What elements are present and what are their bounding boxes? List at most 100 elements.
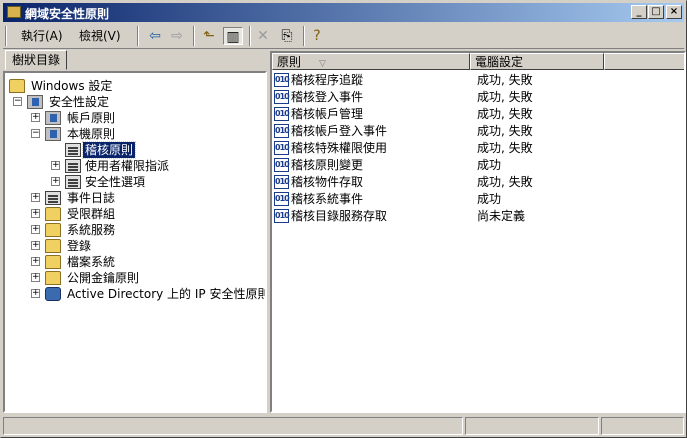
tree-pane[interactable]: Windows 設定 − 安全性設定 + 帳戶原則 − 本機原則 稽核原則 + … <box>3 71 267 413</box>
menu-action[interactable]: 執行(A) <box>15 27 69 45</box>
table-row[interactable]: 010 稽核系統事件 成功 <box>272 191 684 208</box>
row-setting: 成功, 失敗 <box>477 90 533 104</box>
column-header-label: 電腦設定 <box>475 55 524 69</box>
maximize-button[interactable]: □ <box>648 5 664 19</box>
table-row[interactable]: 010 稽核登入事件 成功, 失敗 <box>272 89 684 106</box>
tree-item-label: 公開金鑰原則 <box>67 271 140 285</box>
sort-descending-icon: ▽ <box>319 59 326 69</box>
row-setting: 成功, 失敗 <box>477 175 533 189</box>
security-options-icon <box>65 175 81 189</box>
status-bar <box>3 416 684 436</box>
tree-item-label: 稽核原則 <box>81 141 137 159</box>
policy-item-icon: 010 <box>274 192 290 206</box>
policy-item-icon: 010 <box>274 90 290 104</box>
export-list-icon[interactable]: ⎘ <box>277 27 297 45</box>
expand-icon[interactable]: + <box>51 161 60 170</box>
column-header-policy[interactable]: 原則 ▽ <box>272 53 470 70</box>
tree-item-label: 登錄 <box>67 239 92 253</box>
table-row[interactable]: 010 稽核帳戶登入事件 成功, 失敗 <box>272 123 684 140</box>
column-header-filler <box>604 53 684 70</box>
account-policy-icon <box>45 111 61 125</box>
collapse-icon[interactable]: − <box>31 129 40 138</box>
event-log-icon <box>45 191 61 205</box>
forward-arrow-icon[interactable]: ⇨ <box>167 27 187 45</box>
back-arrow-icon[interactable]: ⇦ <box>145 27 165 45</box>
folder-icon <box>45 207 61 221</box>
table-row[interactable]: 010 稽核特殊權限使用 成功, 失敗 <box>272 140 684 157</box>
policy-app-icon[interactable] <box>7 6 21 18</box>
expand-icon[interactable]: + <box>31 225 40 234</box>
row-setting: 成功 <box>477 192 502 206</box>
local-policy-icon <box>45 127 61 141</box>
app-window: 網域安全性原則 _ □ × 執行(A) 檢視(V) ⇦ ⇨ ⬑ ▥ ✕ ⎘ ? … <box>0 0 687 438</box>
row-setting: 成功 <box>477 158 502 172</box>
row-policy: 稽核登入事件 <box>291 90 364 104</box>
table-row[interactable]: 010 稽核帳戶管理 成功, 失敗 <box>272 106 684 123</box>
close-button[interactable]: × <box>666 5 682 19</box>
tree-item-label: 本機原則 <box>67 127 116 141</box>
tree-item-label: 安全性設定 <box>49 95 110 109</box>
policy-item-icon: 010 <box>274 73 290 87</box>
column-header-setting[interactable]: 電腦設定 <box>470 53 604 70</box>
row-setting: 成功, 失敗 <box>477 124 533 138</box>
expand-icon[interactable]: + <box>31 273 40 282</box>
folder-icon <box>45 223 61 237</box>
expand-icon[interactable]: + <box>31 113 40 122</box>
toolbar-separator <box>249 26 251 46</box>
delete-icon[interactable]: ✕ <box>253 27 273 45</box>
folder-icon <box>45 271 61 285</box>
tree-item-label: 安全性選項 <box>85 175 146 189</box>
toolbar-grip <box>5 26 7 46</box>
table-row[interactable]: 010 稽核目錄服務存取 尚未定義 <box>272 208 684 225</box>
expand-icon[interactable]: + <box>31 241 40 250</box>
tree-tabstrip: 樹狀目錄 <box>3 50 265 70</box>
table-row[interactable]: 010 稽核物件存取 成功, 失敗 <box>272 174 684 191</box>
expand-icon[interactable]: + <box>31 209 40 218</box>
show-hide-tree-icon[interactable]: ▥ <box>223 27 243 45</box>
policy-item-icon: 010 <box>274 141 290 155</box>
folder-icon <box>45 239 61 253</box>
collapse-icon[interactable]: − <box>13 97 22 106</box>
policy-item-icon: 010 <box>274 209 290 223</box>
policy-item-icon: 010 <box>274 175 290 189</box>
table-row[interactable]: 010 稽核程序追蹤 成功, 失敗 <box>272 72 684 89</box>
column-header-label: 原則 <box>277 55 302 69</box>
row-policy: 稽核帳戶登入事件 <box>291 124 388 138</box>
row-setting: 成功, 失敗 <box>477 141 533 155</box>
menu-view[interactable]: 檢視(V) <box>73 27 127 45</box>
row-policy: 稽核原則變更 <box>291 158 364 172</box>
tree-item-label: 事件日誌 <box>67 191 116 205</box>
row-policy: 稽核特殊權限使用 <box>291 141 388 155</box>
status-cell <box>465 417 599 435</box>
policy-item-icon: 010 <box>274 158 290 172</box>
window-title: 網域安全性原則 <box>25 7 110 21</box>
expand-icon[interactable]: + <box>31 193 40 202</box>
details-pane[interactable]: 原則 ▽ 電腦設定 010 稽核程序追蹤 成功, 失敗 010 稽核登入事件 成功… <box>270 51 686 413</box>
row-policy: 稽核目錄服務存取 <box>291 209 388 223</box>
tree-item-label: Active Directory 上的 IP 安全性原則 <box>67 287 267 301</box>
up-folder-icon[interactable]: ⬑ <box>199 27 219 45</box>
tree-item-label: 系統服務 <box>67 223 116 237</box>
expand-icon[interactable]: + <box>31 289 40 298</box>
title-bar[interactable]: 網域安全性原則 _ □ × <box>3 3 684 22</box>
row-setting: 尚未定義 <box>477 209 526 223</box>
expand-icon[interactable]: + <box>51 177 60 186</box>
minimize-button[interactable]: _ <box>631 5 647 19</box>
toolbar: 執行(A) 檢視(V) ⇦ ⇨ ⬑ ▥ ✕ ⎘ ? <box>3 23 684 49</box>
row-setting: 成功, 失敗 <box>477 73 533 87</box>
audit-policy-icon <box>65 143 81 157</box>
folder-icon <box>45 255 61 269</box>
expand-icon[interactable]: + <box>31 257 40 266</box>
tree-item-label: 使用者權限指派 <box>85 159 170 173</box>
row-policy: 稽核帳戶管理 <box>291 107 364 121</box>
row-setting: 成功, 失敗 <box>477 107 533 121</box>
tree-item-label: 帳戶原則 <box>67 111 116 125</box>
status-cell-main <box>3 417 463 435</box>
status-cell <box>601 417 684 435</box>
policy-item-icon: 010 <box>274 107 290 121</box>
tab-tree[interactable]: 樹狀目錄 <box>5 50 68 70</box>
help-icon[interactable]: ? <box>307 27 327 45</box>
table-row[interactable]: 010 稽核原則變更 成功 <box>272 157 684 174</box>
toolbar-separator <box>303 26 305 46</box>
row-policy: 稽核系統事件 <box>291 192 364 206</box>
